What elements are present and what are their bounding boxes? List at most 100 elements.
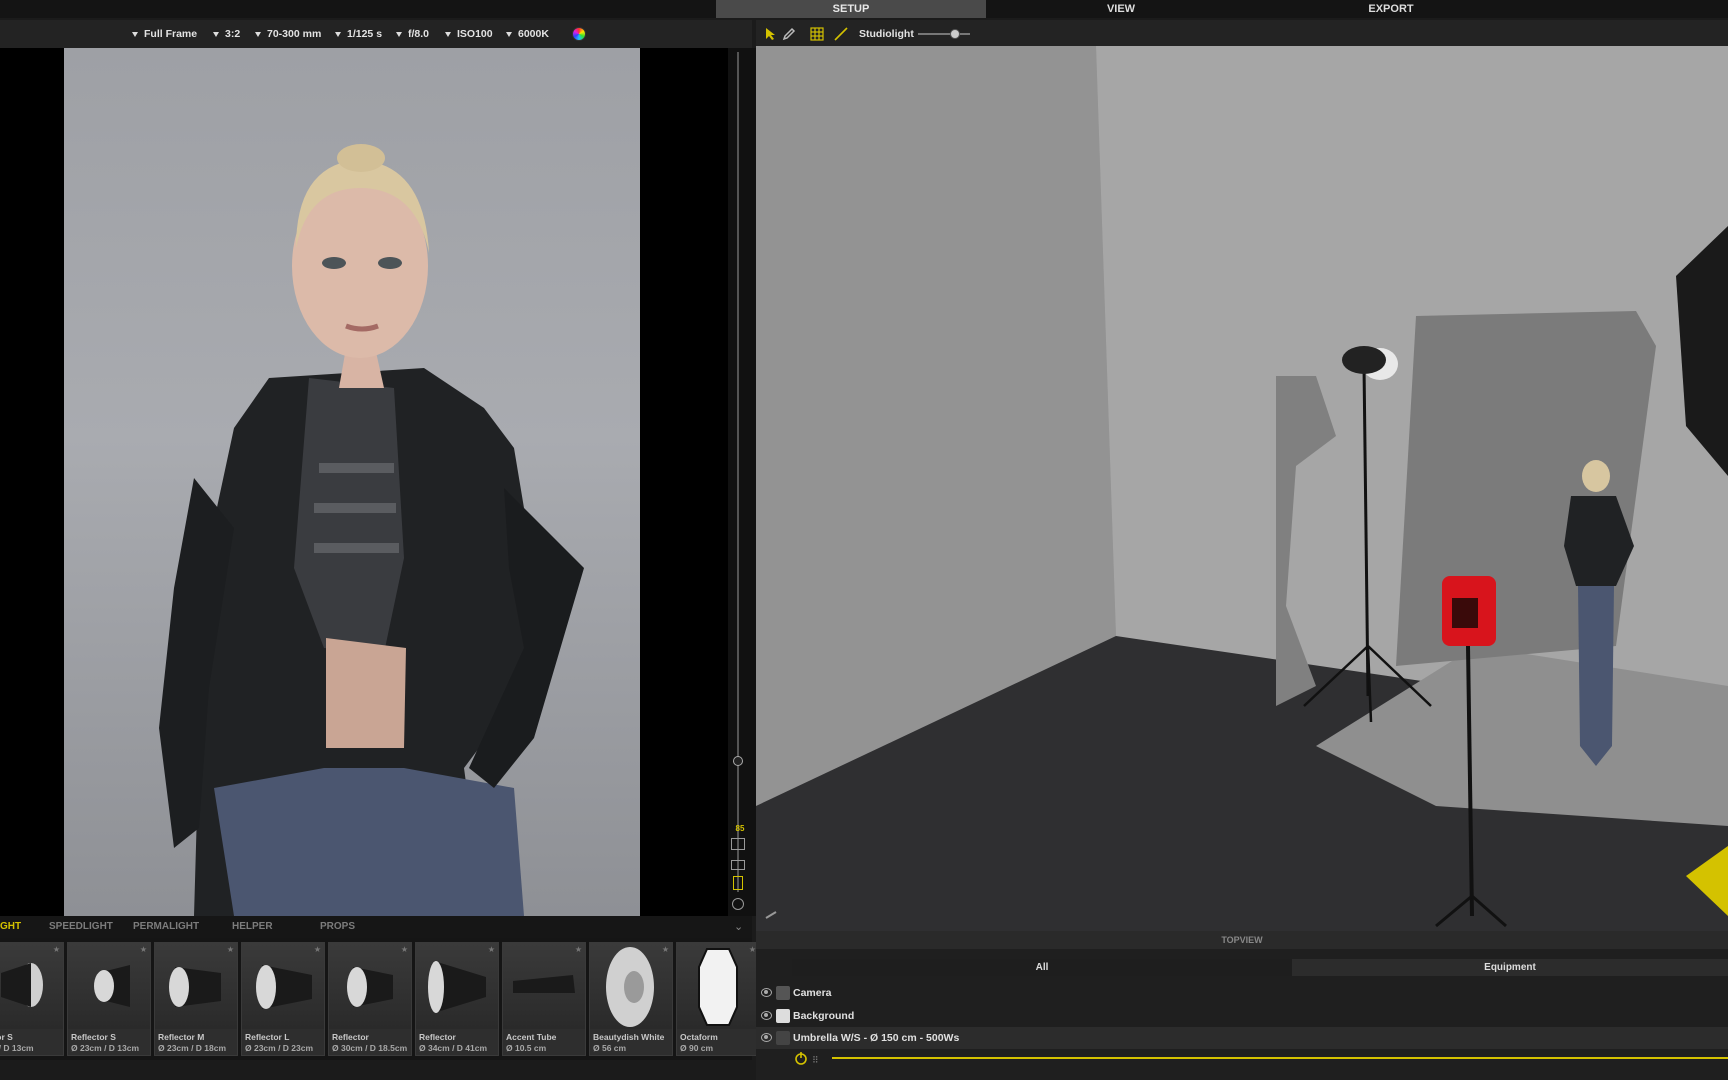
portrait-icon[interactable]	[733, 876, 743, 890]
eye-icon[interactable]	[761, 1033, 772, 1042]
slider-track	[737, 52, 739, 892]
chevron-down-icon	[396, 31, 402, 37]
favorite-star-icon[interactable]: ★	[401, 945, 408, 954]
tab-helper[interactable]: HELPER	[232, 916, 273, 938]
topview-header[interactable]: TOPVIEW	[756, 931, 1728, 949]
scene-row-camera[interactable]: Camera	[756, 982, 1728, 1004]
camera-settings-toolbar: Full Frame 3:2 70-300 mm 1/125 s f/8.0 I…	[0, 20, 752, 48]
item-name: Accent Tube	[506, 1032, 557, 1042]
white-balance-value: 6000K	[518, 28, 549, 40]
aspect-dropdown[interactable]: 3:2	[213, 20, 240, 48]
sensor-value: Full Frame	[144, 28, 198, 40]
filter-equipment[interactable]: Equipment	[1292, 959, 1728, 976]
item-name: Beautydish White	[593, 1032, 665, 1042]
library-item[interactable]: ★ Reflector Ø 30cm / D 18.5cm	[328, 942, 412, 1056]
top-tab-bar: SETUP VIEW EXPORT	[0, 0, 1728, 18]
light-mode-slider[interactable]	[918, 29, 970, 39]
octaform-icon	[677, 943, 759, 1029]
tab-export[interactable]: EXPORT	[1256, 0, 1526, 18]
item-name: Reflector	[419, 1032, 456, 1042]
favorite-star-icon[interactable]: ★	[227, 945, 234, 954]
camera-preview	[0, 48, 728, 916]
measure-line-icon[interactable]	[834, 27, 848, 41]
aperture-dropdown[interactable]: f/8.0	[396, 20, 429, 48]
power-slider[interactable]	[832, 1057, 1728, 1059]
cursor-icon[interactable]	[764, 27, 776, 41]
scene-row-background[interactable]: Background	[756, 1005, 1728, 1027]
collapse-chevron-icon[interactable]: ⌄	[734, 920, 743, 933]
tab-setup[interactable]: SETUP	[716, 0, 986, 18]
camera-icon	[776, 986, 790, 1000]
favorite-star-icon[interactable]: ★	[53, 945, 60, 954]
tab-light[interactable]: GHT	[0, 916, 21, 938]
umbrella-icon	[776, 1031, 790, 1045]
lens-value: 70-300 mm	[267, 28, 322, 40]
library-item[interactable]: ★ Beautydish White Ø 56 cm	[589, 942, 673, 1056]
slider-handle[interactable]	[950, 29, 960, 39]
scene-panel: TOPVIEW All Equipment Camera Background …	[756, 931, 1728, 1080]
studio-3d-viewport[interactable]	[756, 46, 1728, 931]
view-toolbar: Studiolight	[756, 20, 1728, 48]
aspect-value: 3:2	[225, 28, 241, 40]
studio-scene	[756, 46, 1728, 931]
favorite-star-icon[interactable]: ★	[314, 945, 321, 954]
favorite-star-icon[interactable]: ★	[488, 945, 495, 954]
item-dims: Ø 23cm / D 23cm	[245, 1043, 314, 1053]
eye-icon[interactable]	[761, 1011, 772, 1020]
slider-handle[interactable]	[733, 756, 743, 766]
favorite-star-icon[interactable]: ★	[140, 945, 147, 954]
tab-permalight[interactable]: PERMALIGHT	[133, 916, 199, 938]
item-dims: Ø 23cm / D 13cm	[71, 1043, 140, 1053]
scene-row-umbrella[interactable]: Umbrella W/S - Ø 150 cm - 500Ws	[756, 1027, 1728, 1049]
item-dims: Ø 30cm / D 18.5cm	[332, 1043, 408, 1053]
focal-length-slider[interactable]: 85	[728, 48, 756, 916]
item-name: Octaform	[680, 1032, 718, 1042]
eye-icon[interactable]	[761, 988, 772, 997]
reflector-icon	[242, 943, 324, 1029]
favorite-star-icon[interactable]: ★	[662, 945, 669, 954]
item-dims: Ø 34cm / D 41cm	[419, 1043, 488, 1053]
frame-grid-icon[interactable]	[731, 838, 745, 850]
item-dims: cm / D 13cm	[0, 1043, 34, 1053]
grid-icon[interactable]	[810, 27, 824, 41]
library-item[interactable]: ★ Reflector L Ø 23cm / D 23cm	[241, 942, 325, 1056]
chevron-down-icon	[445, 31, 451, 37]
reflector-icon	[416, 943, 498, 1029]
library-item[interactable]: ★ ector S cm / D 13cm	[0, 942, 64, 1056]
library-item[interactable]: ★ Reflector Ø 34cm / D 41cm	[415, 942, 499, 1056]
library-item[interactable]: ★ Accent Tube Ø 10.5 cm	[502, 942, 586, 1056]
tab-speedlight[interactable]: SPEEDLIGHT	[49, 916, 113, 938]
rendered-photo	[64, 48, 640, 916]
item-name: Reflector S	[71, 1032, 116, 1042]
reflector-icon	[0, 943, 63, 1029]
library-item[interactable]: ★ Reflector M Ø 23cm / D 18cm	[154, 942, 238, 1056]
shutter-dropdown[interactable]: 1/125 s	[335, 20, 382, 48]
item-name: Reflector L	[245, 1032, 290, 1042]
drag-handle-icon[interactable]: ⠿	[812, 1055, 819, 1066]
lens-dropdown[interactable]: 70-300 mm	[255, 20, 321, 48]
iso-value: ISO100	[457, 28, 493, 40]
iso-dropdown[interactable]: ISO100	[445, 20, 493, 48]
color-wheel-icon[interactable]	[572, 27, 586, 41]
tab-props[interactable]: PROPS	[320, 916, 355, 938]
library-item[interactable]: ★ Octaform Ø 90 cm	[676, 942, 760, 1056]
favorite-star-icon[interactable]: ★	[749, 945, 756, 954]
chevron-down-icon	[132, 31, 138, 37]
shutter-value: 1/125 s	[347, 28, 383, 40]
library-item[interactable]: ★ Reflector S Ø 23cm / D 13cm	[67, 942, 151, 1056]
item-name: Reflector M	[158, 1032, 205, 1042]
landscape-icon[interactable]	[731, 860, 745, 870]
white-balance-dropdown[interactable]: 6000K	[506, 20, 549, 48]
sensor-dropdown[interactable]: Full Frame	[132, 20, 197, 48]
chevron-down-icon	[255, 31, 261, 37]
power-icon[interactable]	[794, 1051, 808, 1065]
favorite-star-icon[interactable]: ★	[575, 945, 582, 954]
filter-all[interactable]: All	[792, 959, 1292, 976]
pencil-icon[interactable]	[782, 27, 796, 41]
aperture-value: f/8.0	[408, 28, 430, 40]
slider-value: 85	[735, 824, 745, 833]
tab-view[interactable]: VIEW	[986, 0, 1256, 18]
row-label: Camera	[793, 987, 832, 999]
orbit-icon[interactable]	[732, 898, 744, 910]
reflector-icon	[68, 943, 150, 1029]
